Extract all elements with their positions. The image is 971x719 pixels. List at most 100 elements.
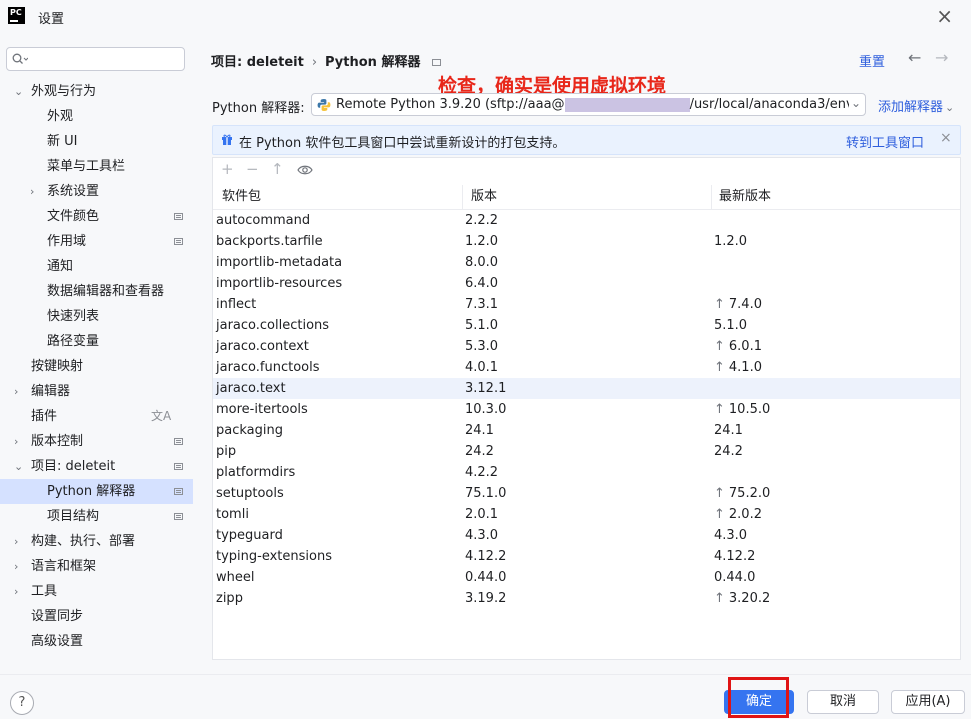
add-interpreter-button[interactable]: 添加解释器 ⌄ (878, 96, 954, 115)
package-latest: ↑ 3.20.2 (714, 588, 770, 609)
package-version: 1.2.0 (465, 234, 499, 249)
tree-item-python-interpreter[interactable]: Python 解释器 (0, 479, 193, 504)
latest-version-value: 0.44.0 (714, 570, 756, 585)
table-row[interactable]: setuptools 75.1.0 ↑ 75.2.0 (213, 483, 960, 504)
table-row[interactable]: tomli 2.0.1 ↑ 2.0.2 (213, 504, 960, 525)
package-version: 24.2 (465, 444, 494, 459)
forward-arrow-icon[interactable]: → (935, 48, 948, 67)
close-icon[interactable]: × (940, 130, 952, 146)
column-header-package[interactable]: 软件包 (222, 185, 261, 209)
package-version: 3.12.1 (465, 381, 507, 396)
package-name: pip (216, 444, 237, 459)
table-row[interactable]: importlib-resources 6.4.0 (213, 273, 960, 294)
add-icon[interactable]: + (221, 160, 234, 178)
eye-icon[interactable] (297, 164, 313, 176)
tree-item-settings-sync[interactable]: 设置同步 (31, 604, 83, 629)
package-latest: ↑ 10.5.0 (714, 399, 770, 420)
package-name: importlib-metadata (216, 255, 343, 270)
latest-version-value: 1.2.0 (714, 234, 748, 249)
table-row[interactable]: jaraco.functools 4.0.1 ↑ 4.1.0 (213, 357, 960, 378)
reset-link[interactable]: 重置 (859, 51, 885, 70)
project-scope-icon (174, 438, 183, 445)
table-row[interactable]: inflect 7.3.1 ↑ 7.4.0 (213, 294, 960, 315)
gift-icon (222, 134, 232, 145)
tree-item-label: 构建、执行、部署 (31, 534, 136, 549)
table-row[interactable]: pip 24.2 24.2 (213, 441, 960, 462)
package-name: inflect (216, 297, 257, 312)
upgrade-arrow-icon: ↑ (714, 507, 725, 522)
tree-item-new-ui[interactable]: 新 UI (47, 129, 77, 154)
package-latest: 5.1.0 (714, 315, 747, 336)
latest-version-value: 4.3.0 (714, 528, 748, 543)
latest-version-value: 4.1.0 (728, 360, 762, 375)
tree-item-file-colors[interactable]: 文件颜色 (47, 204, 187, 229)
tree-item-label: 系统设置 (47, 184, 100, 199)
tree-item-plugins[interactable]: 插件 文A (31, 404, 181, 429)
interpreter-label: Python 解释器: (212, 101, 305, 116)
chevron-down-icon: ⌄ (945, 101, 955, 114)
chevron-down-icon: ⌄ (14, 85, 24, 98)
package-version: 24.1 (465, 423, 494, 438)
package-name: autocommand (216, 213, 311, 228)
table-row[interactable]: packaging 24.1 24.1 (213, 420, 960, 441)
table-row[interactable]: typing-extensions 4.12.2 4.12.2 (213, 546, 960, 567)
tree-item-label: 编辑器 (31, 384, 71, 399)
apply-button[interactable]: 应用(A) (891, 690, 965, 714)
package-version: 7.3.1 (465, 297, 499, 312)
tree-item-data-editors[interactable]: 数据编辑器和查看器 (47, 279, 164, 304)
settings-content: 项目: deleteit › Python 解释器 检查，确实是使用虚拟环境 重置 … (196, 34, 971, 674)
close-icon[interactable]: × (936, 4, 953, 28)
latest-version-value: 75.2.0 (728, 486, 771, 501)
table-row[interactable]: autocommand 2.2.2 (213, 210, 960, 231)
table-row[interactable]: jaraco.text 3.12.1 (213, 378, 960, 399)
upgrade-arrow-icon: ↑ (714, 339, 725, 354)
go-to-tool-window-link[interactable]: 转到工具窗口 (846, 132, 924, 151)
interpreter-select[interactable]: Remote Python 3.9.20 (sftp://aaa@ /usr/lo… (311, 93, 866, 116)
tree-item-label: 文件颜色 (47, 209, 100, 224)
table-row[interactable]: jaraco.context 5.3.0 ↑ 6.0.1 (213, 336, 960, 357)
help-button[interactable]: ? (10, 691, 34, 715)
tree-item-path-variables[interactable]: 路径变量 (47, 329, 99, 354)
table-row[interactable]: importlib-metadata 8.0.0 (213, 252, 960, 273)
table-row[interactable]: platformdirs 4.2.2 (213, 462, 960, 483)
column-header-version[interactable]: 版本 (471, 185, 497, 209)
table-row[interactable]: jaraco.collections 5.1.0 5.1.0 (213, 315, 960, 336)
cancel-button[interactable]: 取消 (807, 690, 879, 714)
settings-search-input[interactable] (31, 51, 181, 67)
package-latest: 4.3.0 (714, 525, 747, 546)
table-row[interactable]: backports.tarfile 1.2.0 1.2.0 (213, 231, 960, 252)
tree-item-project[interactable]: ⌄ 项目: deleteit (14, 454, 189, 479)
tree-item-scopes[interactable]: 作用域 (47, 229, 187, 254)
remove-icon[interactable]: − (246, 160, 259, 178)
tree-item-menus-toolbars[interactable]: 菜单与工具栏 (47, 154, 125, 179)
package-name: jaraco.collections (216, 318, 330, 333)
table-row[interactable]: more-itertools 10.3.0 ↑ 10.5.0 (213, 399, 960, 420)
package-name: wheel (216, 570, 255, 585)
package-version: 75.1.0 (465, 486, 507, 501)
interpreter-value: Remote Python 3.9.20 (sftp://aaa@ /usr/lo… (336, 97, 860, 112)
back-arrow-icon[interactable]: ← (908, 48, 921, 67)
red-highlight-box (728, 677, 789, 718)
package-latest: ↑ 2.0.2 (714, 504, 762, 525)
banner-text: 在 Python 软件包工具窗口中尝试重新设计的打包支持。 (239, 136, 566, 151)
latest-version-value: 24.2 (714, 444, 743, 459)
tree-item-label: 插件 (31, 409, 58, 424)
tree-item-version-control[interactable]: › 版本控制 (14, 429, 189, 454)
tree-item-advanced-settings[interactable]: 高级设置 (31, 629, 83, 654)
package-latest: 1.2.0 (714, 231, 747, 252)
settings-search[interactable] (6, 47, 185, 71)
table-row[interactable]: typeguard 4.3.0 4.3.0 (213, 525, 960, 546)
tree-item-quick-lists[interactable]: 快速列表 (47, 304, 99, 329)
package-version: 4.12.2 (465, 549, 507, 564)
table-row[interactable]: zipp 3.19.2 ↑ 3.20.2 (213, 588, 960, 609)
tree-item-project-structure[interactable]: 项目结构 (47, 504, 187, 529)
project-scope-icon (432, 59, 442, 66)
search-icon (12, 53, 28, 64)
table-row[interactable]: wheel 0.44.0 0.44.0 (213, 567, 960, 588)
tree-item-appearance[interactable]: 外观 (47, 104, 73, 129)
tree-item-keymap[interactable]: 按键映射 (31, 354, 83, 379)
add-interpreter-label: 添加解释器 (878, 100, 944, 115)
column-header-latest[interactable]: 最新版本 (719, 185, 771, 209)
tree-item-notifications[interactable]: 通知 (47, 254, 73, 279)
upgrade-icon[interactable]: ↑ (271, 160, 284, 178)
